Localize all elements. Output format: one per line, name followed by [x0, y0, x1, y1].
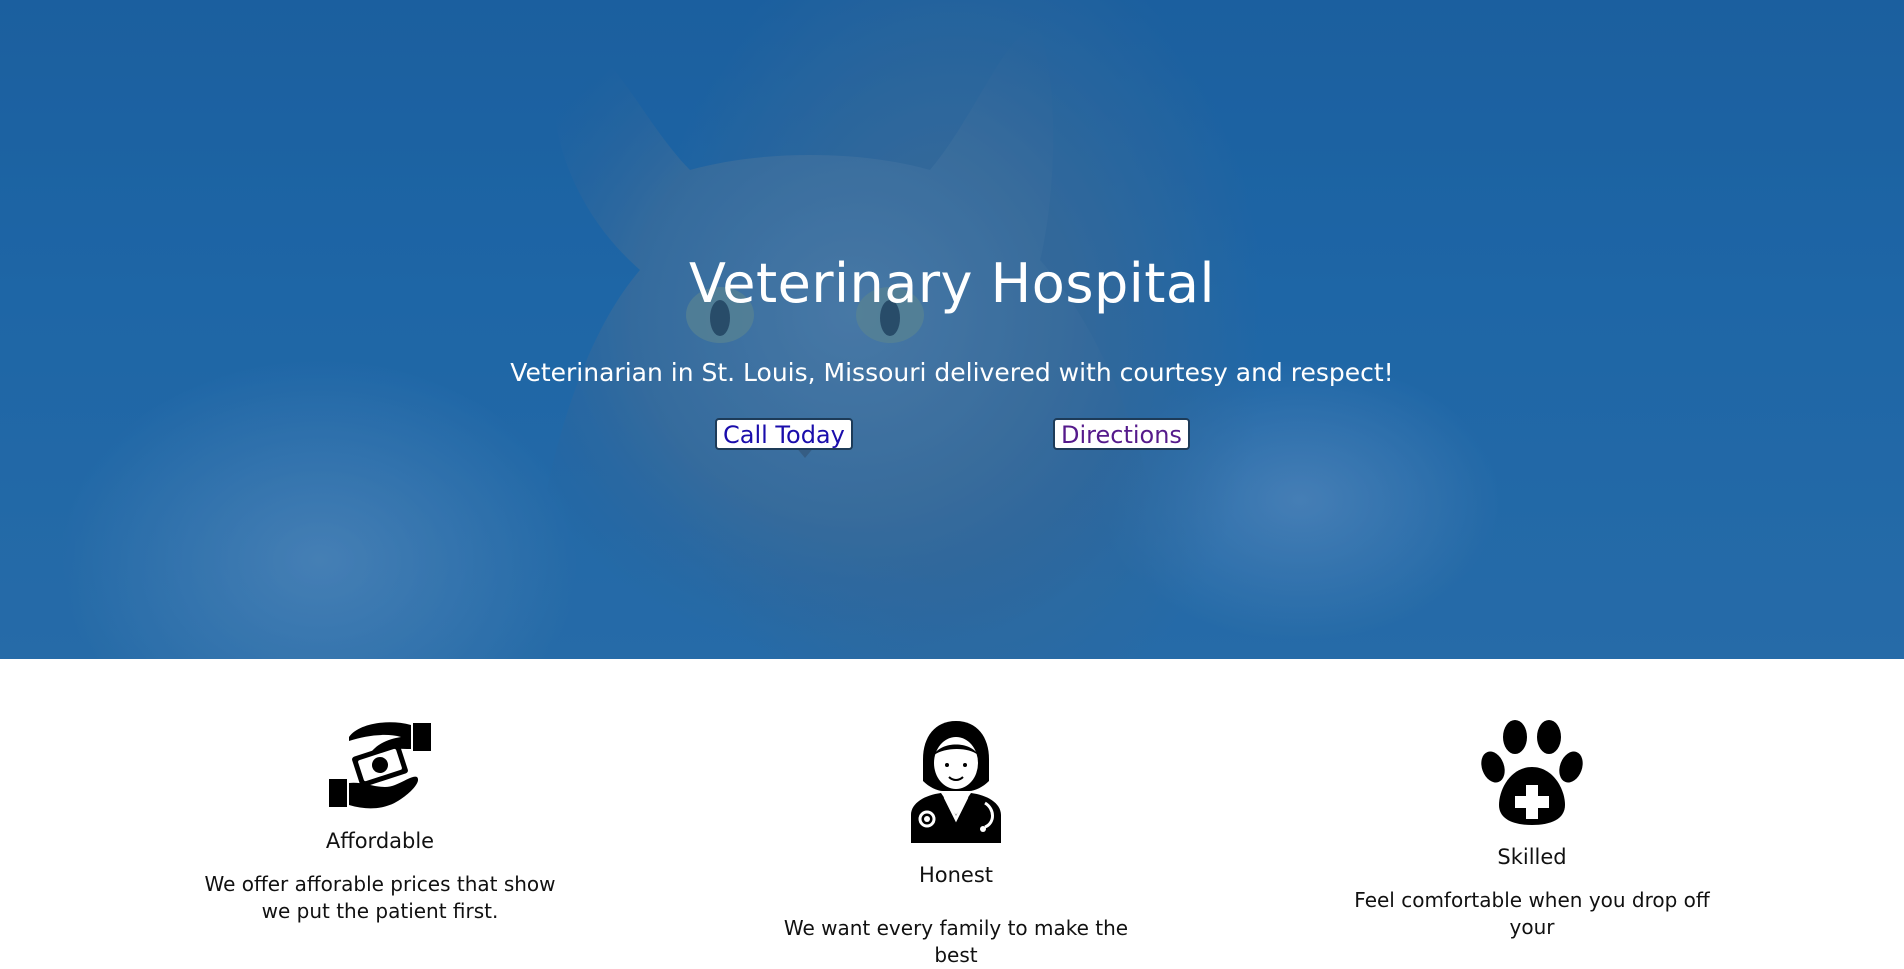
- feature-honest: Honest We want every family to make the …: [766, 719, 1146, 969]
- hero-background-image: [0, 0, 1904, 659]
- hero-subtitle: Veterinarian in St. Louis, Missouri deli…: [510, 358, 1394, 387]
- directions-button[interactable]: Directions: [1053, 418, 1190, 450]
- feature-text: We want every family to make the best: [783, 916, 1129, 967]
- feature-text: We offer afforable prices that show we p…: [204, 872, 556, 923]
- hero-title: Veterinary Hospital: [688, 252, 1216, 315]
- feature-title: Honest: [918, 863, 994, 887]
- hand-money-icon: [329, 722, 431, 809]
- call-today-button[interactable]: Call Today: [715, 418, 853, 450]
- hero-section: Veterinary Hospital Veterinarian in St. …: [0, 0, 1904, 659]
- feature-title: Affordable: [325, 829, 435, 853]
- feature-text: Feel comfortable when you drop off your: [1354, 888, 1710, 939]
- features-section: Affordable We offer afforable prices tha…: [0, 659, 1904, 967]
- paw-cross-icon: [1481, 720, 1583, 825]
- feature-title: Skilled: [1497, 845, 1567, 869]
- feature-skilled: Skilled Feel comfortable when you drop o…: [1342, 719, 1722, 941]
- doctor-icon: [911, 721, 1001, 843]
- feature-affordable: Affordable We offer afforable prices tha…: [190, 719, 570, 925]
